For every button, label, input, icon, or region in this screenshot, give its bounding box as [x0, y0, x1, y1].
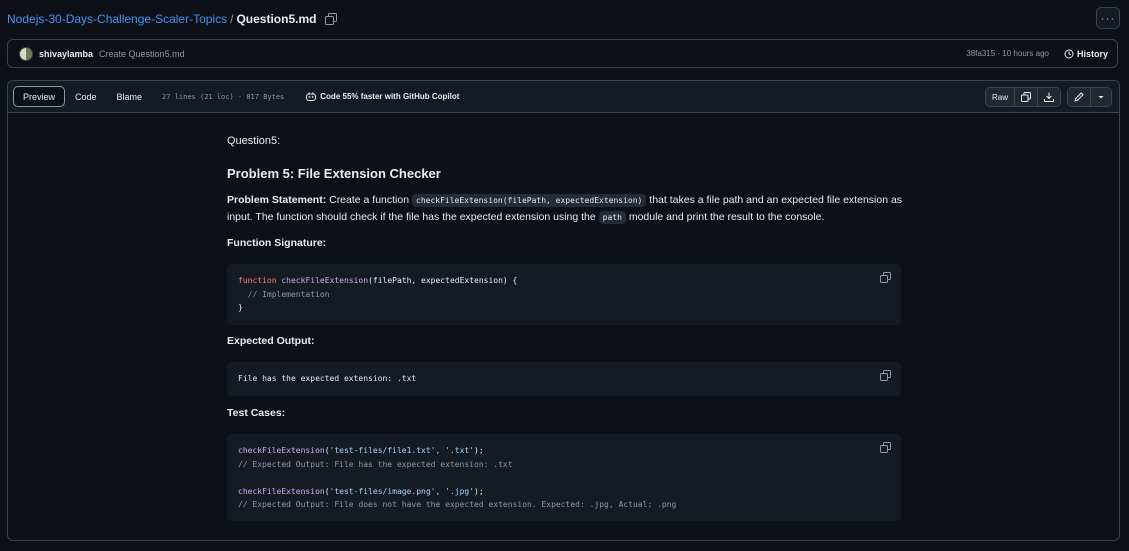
code-keyword: function	[238, 276, 277, 285]
inline-code-path: path	[598, 211, 626, 224]
breadcrumb-repo-link[interactable]: Nodejs-30-Days-Challenge-Scaler-Topics	[7, 12, 227, 26]
code-paren: );	[474, 486, 484, 496]
code-params: (filePath, expectedExtension) {	[368, 276, 518, 285]
statement-text-3: module and print the result to the conso…	[625, 211, 825, 223]
code-function-name: checkFileExtension	[238, 446, 325, 455]
code-string-args: 'test-files/file1.txt', '.txt'	[329, 446, 475, 455]
breadcrumb-separator: /	[230, 12, 234, 26]
test-cases-code-block: checkFileExtension('test-files/file1.txt…	[227, 434, 901, 521]
inline-code-function: checkFileExtension(filePath, expectedExt…	[412, 194, 647, 207]
download-icon	[1044, 92, 1054, 102]
output-line: File has the expected extension: .txt	[238, 374, 417, 383]
commit-message[interactable]: Create Question5.md	[99, 49, 185, 59]
triangle-down-icon	[1098, 96, 1104, 99]
file-actions: Raw	[979, 87, 1112, 107]
avatar[interactable]	[19, 46, 33, 61]
question-label: Question5:	[227, 135, 281, 147]
problem-statement: Problem Statement: Create a function che…	[227, 192, 907, 226]
expected-output-heading: Expected Output:	[227, 335, 315, 347]
code-function-name: checkFileExtension	[238, 486, 325, 496]
tab-preview[interactable]: Preview	[13, 86, 66, 107]
commit-meta[interactable]: 38fa315 · 10 hours ago	[966, 49, 1049, 58]
copy-icon	[880, 442, 891, 453]
copy-icon	[880, 272, 891, 283]
edit-button[interactable]	[1068, 88, 1090, 106]
history-button[interactable]: History	[1064, 49, 1108, 59]
copilot-icon	[306, 92, 317, 101]
statement-text-1: Create a function	[326, 194, 412, 206]
code-comment: // Expected Output: File has the expecte…	[238, 459, 513, 469]
commit-author[interactable]: shivaylamba	[39, 49, 93, 59]
copilot-promo-link[interactable]: Code 55% faster with GitHub Copilot	[306, 92, 459, 101]
file-info: 27 lines (21 loc) · 817 Bytes	[162, 92, 285, 101]
signature-code-block: function checkFileExtension(filePath, ex…	[227, 264, 901, 325]
download-button[interactable]	[1037, 88, 1060, 106]
pencil-icon	[1074, 92, 1084, 102]
code-function-name: checkFileExtension	[281, 276, 369, 285]
more-options-button[interactable]: ···	[1096, 7, 1120, 29]
tab-blame[interactable]: Blame	[107, 86, 153, 107]
kebab-horizontal-icon: ···	[1100, 11, 1116, 25]
file-header: Preview Code Blame 27 lines (21 loc) · 8…	[8, 81, 1119, 113]
latest-commit-bar: shivaylamba Create Question5.md 38fa315 …	[7, 39, 1118, 68]
problem-title: Problem 5: File Extension Checker	[227, 166, 441, 181]
edit-actions-group	[1067, 87, 1112, 107]
copy-raw-button[interactable]	[1014, 88, 1037, 106]
code-paren: );	[474, 446, 484, 455]
raw-actions-group: Raw	[984, 87, 1061, 107]
output-code-block: File has the expected extension: .txt	[227, 362, 901, 396]
test-cases-heading: Test Cases:	[227, 407, 286, 419]
signature-heading: Function Signature:	[227, 237, 327, 249]
raw-button[interactable]: Raw	[985, 88, 1014, 106]
history-label: History	[1076, 48, 1108, 59]
view-mode-switch: Preview Code Blame	[13, 86, 152, 107]
breadcrumb-file-name: Question5.md	[236, 12, 317, 26]
file-viewer: Preview Code Blame 27 lines (21 loc) · 8…	[7, 80, 1120, 541]
code-close-brace: }	[238, 303, 243, 312]
copilot-label: Code 55% faster with GitHub Copilot	[320, 92, 460, 101]
code-comment: // Expected Output: File does not have t…	[238, 500, 677, 509]
tab-code[interactable]: Code	[65, 86, 107, 107]
code-string-args: 'test-files/image.png', '.jpg'	[329, 486, 475, 496]
edit-dropdown-button[interactable]	[1090, 88, 1111, 106]
copy-icon	[880, 370, 891, 381]
breadcrumb: Nodejs-30-Days-Challenge-Scaler-Topics /…	[7, 7, 1120, 29]
copy-code-button[interactable]	[880, 272, 891, 288]
code-comment: // Implementation	[238, 289, 330, 299]
history-icon	[1064, 49, 1074, 58]
statement-label: Problem Statement:	[227, 194, 327, 206]
copy-icon	[1021, 92, 1031, 102]
copy-code-button[interactable]	[880, 442, 891, 458]
copy-path-icon[interactable]	[325, 13, 338, 25]
copy-code-button[interactable]	[880, 370, 891, 386]
